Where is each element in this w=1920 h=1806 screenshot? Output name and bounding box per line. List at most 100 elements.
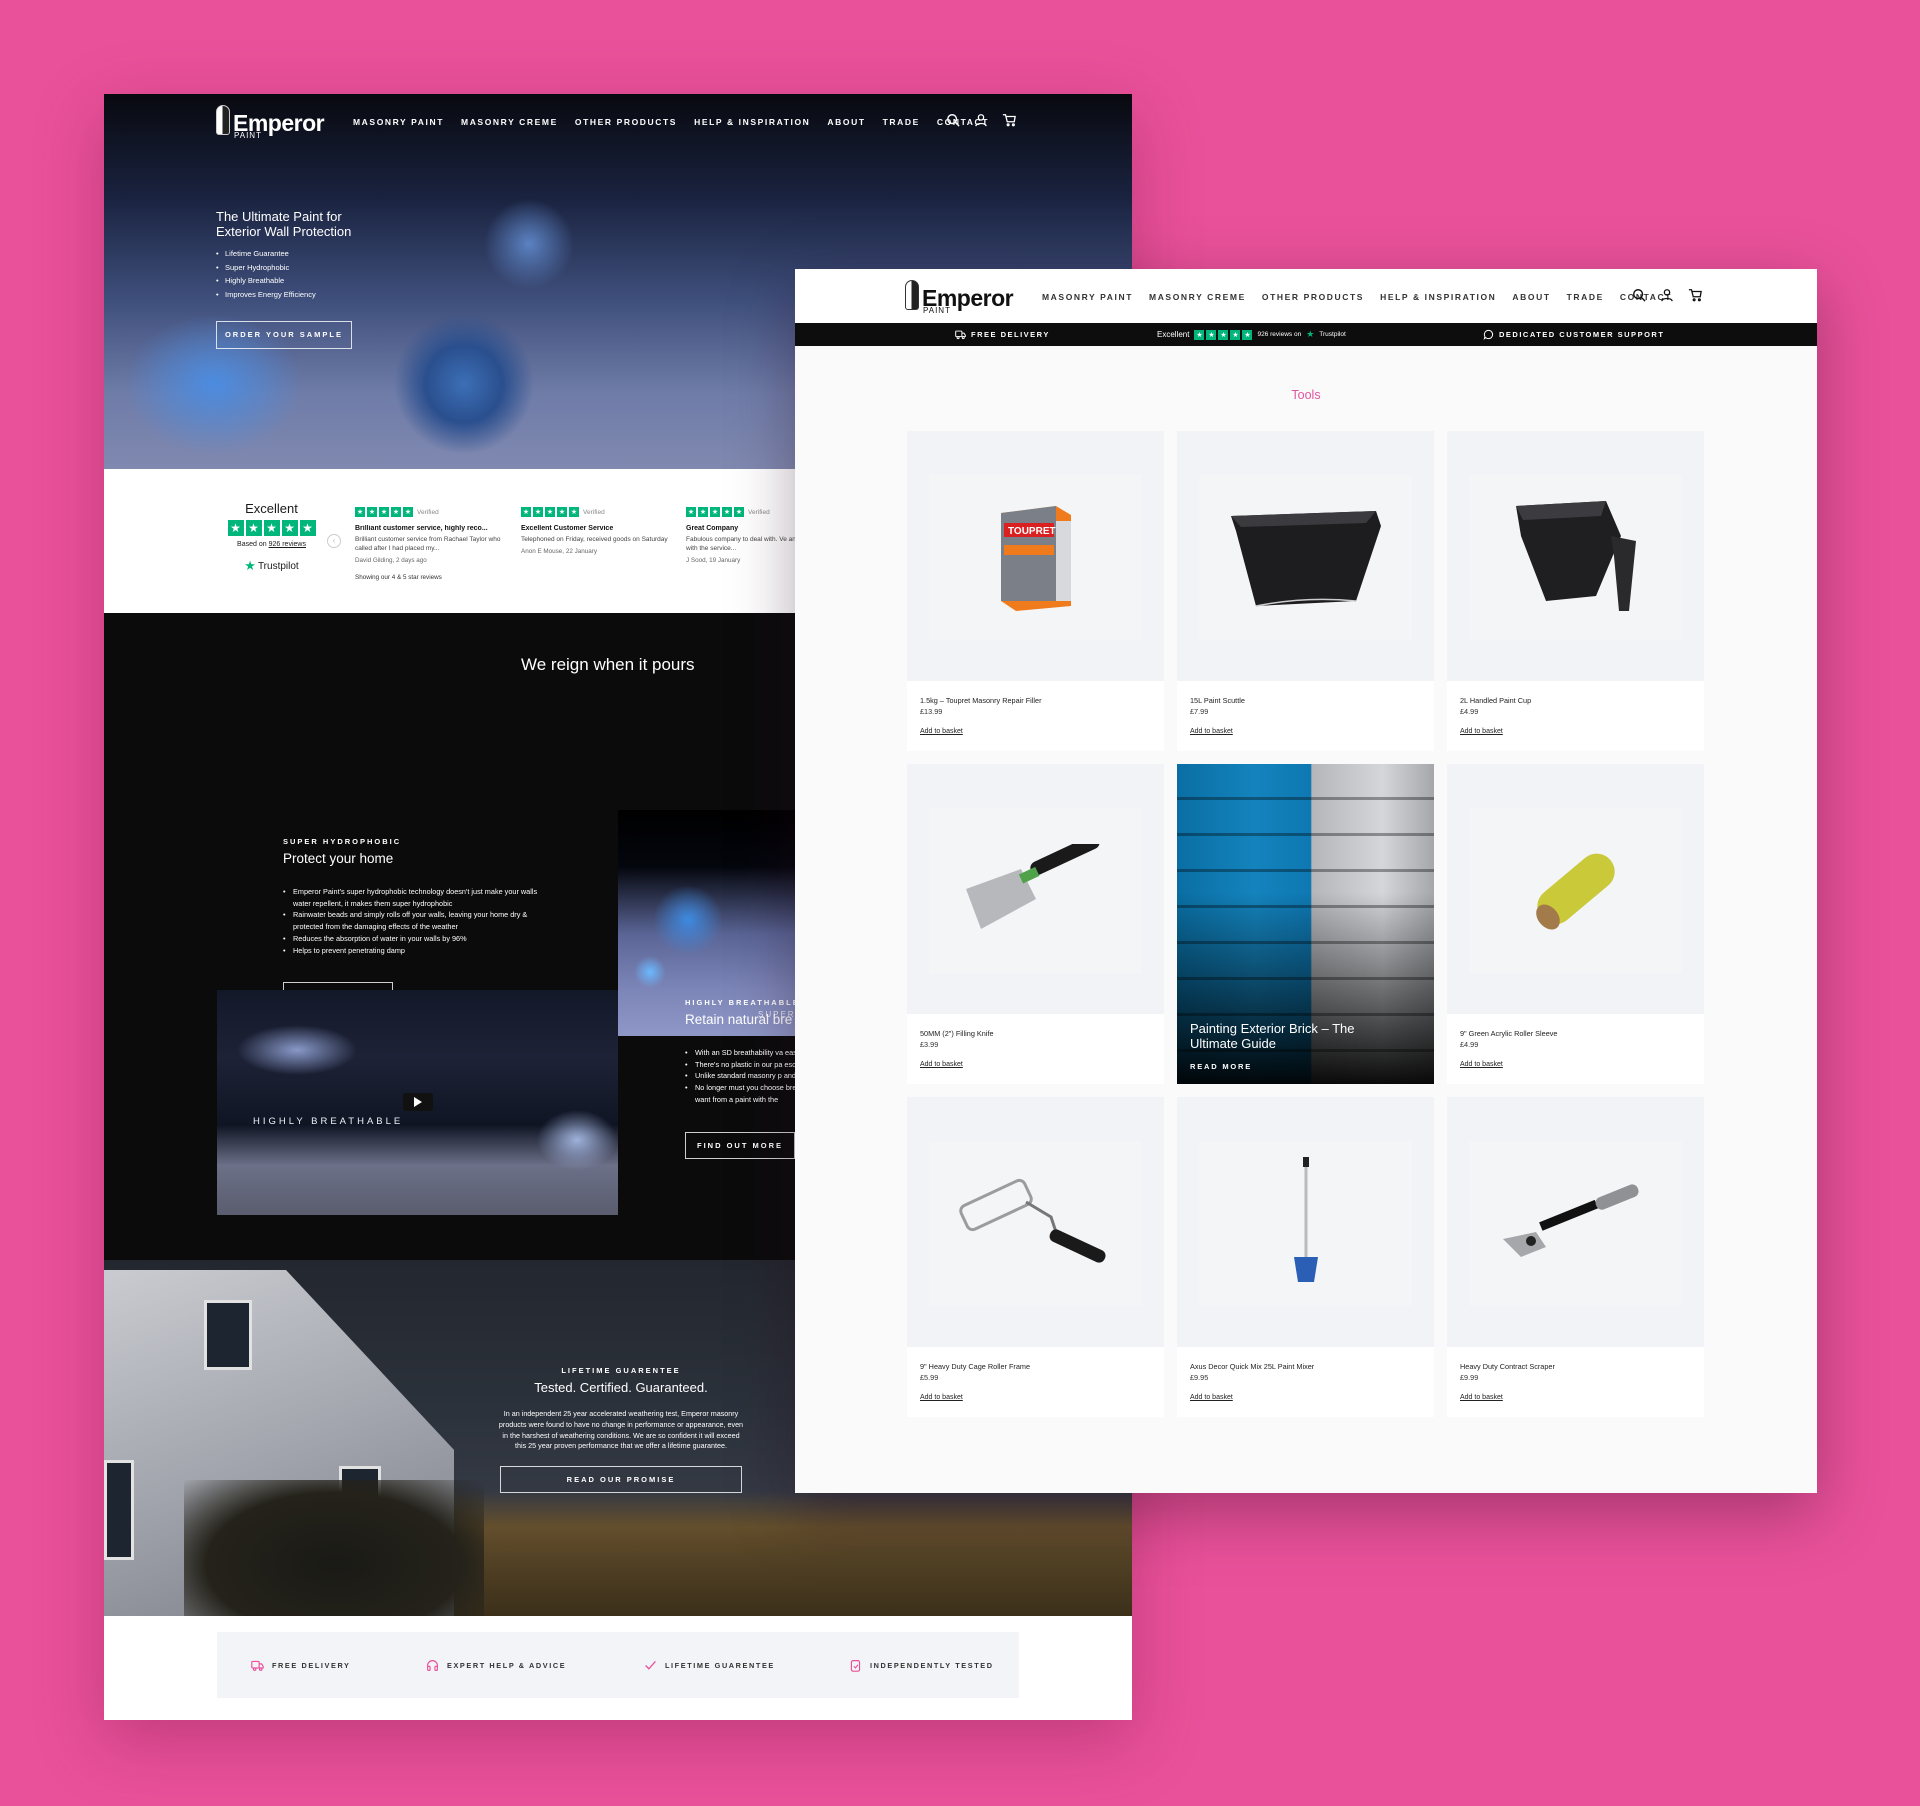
add-to-basket-link[interactable]: Add to basket bbox=[1190, 1394, 1233, 1401]
search-icon[interactable] bbox=[946, 113, 960, 127]
add-to-basket-link[interactable]: Add to basket bbox=[1460, 728, 1503, 735]
tp-rating-label: Excellent bbox=[1157, 330, 1190, 339]
paint-mixer-image bbox=[1293, 1157, 1318, 1282]
nav-help-inspiration[interactable]: HELP & INSPIRATION bbox=[1380, 292, 1496, 302]
brand-logo[interactable]: Emperor PAINT bbox=[905, 280, 1014, 315]
review-author: David Gilding, bbox=[355, 557, 395, 564]
product-name[interactable]: 50MM (2") Filling Knife bbox=[920, 1029, 994, 1038]
product-card[interactable]: 50MM (2") Filling Knife £3.99 Add to bas… bbox=[907, 764, 1164, 1084]
category-title: Tools bbox=[1291, 388, 1321, 402]
hero-bullet: Lifetime Guarantee bbox=[216, 247, 376, 261]
add-to-basket-link[interactable]: Add to basket bbox=[1460, 1061, 1503, 1068]
product-image bbox=[907, 1097, 1164, 1347]
video-caption: HIGHLY BREATHABLE bbox=[253, 1116, 404, 1127]
product-price: £9.95 bbox=[1190, 1373, 1209, 1382]
hero-bullet: Super Hydrophobic bbox=[216, 261, 376, 275]
product-name[interactable]: 2L Handled Paint Cup bbox=[1460, 696, 1531, 705]
tp-review-count: 926 reviews on bbox=[1257, 331, 1302, 338]
product-card[interactable]: TOUPRET 1.5kg – Toupret Masonry Repair F… bbox=[907, 431, 1164, 751]
home-nav: Emperor PAINT MASONRY PAINT MASONRY CREM… bbox=[104, 94, 1132, 148]
product-name[interactable]: 1.5kg – Toupret Masonry Repair Filler bbox=[920, 696, 1042, 705]
review-title: Excellent Customer Service bbox=[521, 525, 614, 532]
review-author: Anon E Mouse, bbox=[521, 548, 565, 555]
checkmark-icon bbox=[645, 1660, 656, 1670]
nav-about[interactable]: ABOUT bbox=[827, 117, 865, 127]
product-price: £13.99 bbox=[920, 707, 943, 716]
hero-copy: The Ultimate Paint for Exterior Wall Pro… bbox=[216, 209, 376, 349]
blog-guide-card[interactable]: Painting Exterior Brick – The Ultimate G… bbox=[1177, 764, 1434, 1084]
review-body: Brilliant customer service from Rachael … bbox=[355, 536, 501, 552]
nav-masonry-creme[interactable]: MASONRY CREME bbox=[1149, 292, 1246, 302]
scuttle-image bbox=[1230, 511, 1381, 607]
read-more-link[interactable]: READ MORE bbox=[1190, 1062, 1252, 1071]
add-to-basket-link[interactable]: Add to basket bbox=[1460, 1394, 1503, 1401]
trustpilot-logo[interactable]: ★ Trustpilot bbox=[224, 558, 319, 574]
usp-bar: FREE DELIVERY EXPERT HELP & ADVICE LIFET… bbox=[217, 1632, 1019, 1698]
nav-about[interactable]: ABOUT bbox=[1512, 292, 1550, 302]
verified-badge: Verified bbox=[748, 509, 770, 516]
product-price: £5.99 bbox=[920, 1373, 939, 1382]
product-card[interactable]: Heavy Duty Contract Scraper £9.99 Add to… bbox=[1447, 1097, 1704, 1417]
nav-trade[interactable]: TRADE bbox=[1567, 292, 1604, 302]
product-name[interactable]: 15L Paint Scuttle bbox=[1190, 696, 1245, 705]
nav-masonry-creme[interactable]: MASONRY CREME bbox=[461, 117, 558, 127]
product-card[interactable]: 9" Heavy Duty Cage Roller Frame £5.99 Ad… bbox=[907, 1097, 1164, 1417]
add-to-basket-link[interactable]: Add to basket bbox=[920, 728, 963, 735]
breathable-video[interactable]: HIGHLY BREATHABLE bbox=[217, 990, 618, 1215]
add-to-basket-link[interactable]: Add to basket bbox=[920, 1061, 963, 1068]
nav-other-products[interactable]: OTHER PRODUCTS bbox=[575, 117, 677, 127]
cart-icon[interactable] bbox=[1688, 288, 1702, 302]
filler-box-image: TOUPRET bbox=[1000, 506, 1071, 611]
feature-title: Protect your home bbox=[283, 851, 394, 866]
guide-title: Painting Exterior Brick – The Ultimate G… bbox=[1190, 1021, 1355, 1051]
product-card[interactable]: Axus Decor Quick Mix 25L Paint Mixer £9.… bbox=[1177, 1097, 1434, 1417]
usp-expert-help: EXPERT HELP & ADVICE bbox=[426, 1659, 566, 1672]
nav-help-inspiration[interactable]: HELP & INSPIRATION bbox=[694, 117, 810, 127]
reviews-link[interactable]: 926 reviews bbox=[269, 541, 306, 548]
star-icon: ★ bbox=[227, 520, 244, 536]
product-name[interactable]: Axus Decor Quick Mix 25L Paint Mixer bbox=[1190, 1362, 1314, 1371]
review-date: 22 January bbox=[565, 548, 597, 555]
usp-label: LIFETIME GUARENTEE bbox=[665, 1660, 775, 1670]
nav-masonry-paint[interactable]: MASONRY PAINT bbox=[353, 117, 444, 127]
product-price: £3.99 bbox=[920, 1040, 939, 1049]
product-card[interactable]: 9" Green Acrylic Roller Sleeve £4.99 Add… bbox=[1447, 764, 1704, 1084]
star-icon: ★ bbox=[281, 520, 298, 536]
usp-independently-tested: INDEPENDENTLY TESTED bbox=[849, 1659, 994, 1672]
strip-trustpilot[interactable]: Excellent ★ ★ ★ ★ ★ 926 reviews on ★ Trustpi… bbox=[1157, 323, 1346, 346]
product-name[interactable]: 9" Green Acrylic Roller Sleeve bbox=[1460, 1029, 1558, 1038]
trustpilot-wordmark: Trustpilot bbox=[1319, 331, 1346, 338]
nav-masonry-paint[interactable]: MASONRY PAINT bbox=[1042, 292, 1133, 302]
review-card[interactable]: ★ ★ ★ ★ ★ Verified Excellent Customer Service… bbox=[521, 501, 671, 555]
nav-trade[interactable]: TRADE bbox=[883, 117, 920, 127]
order-sample-button[interactable]: ORDER YOUR SAMPLE bbox=[216, 321, 352, 349]
carousel-prev-button[interactable]: ‹ bbox=[327, 534, 341, 548]
trustpilot-summary: Excellent ★ ★ ★ ★ ★ Based on 926 reviews ★ T… bbox=[224, 501, 319, 574]
verified-badge: Verified bbox=[583, 509, 605, 516]
account-icon[interactable] bbox=[1660, 288, 1674, 302]
add-to-basket-link[interactable]: Add to basket bbox=[1190, 728, 1233, 735]
product-image bbox=[1447, 431, 1704, 681]
review-card[interactable]: ★ ★ ★ ★ ★ Verified Brilliant customer service… bbox=[355, 501, 505, 581]
play-icon[interactable] bbox=[403, 1093, 433, 1111]
star-icon: ★ bbox=[245, 520, 262, 536]
cart-icon[interactable] bbox=[1002, 113, 1016, 127]
usp-section: FREE DELIVERY EXPERT HELP & ADVICE LIFET… bbox=[104, 1616, 1132, 1720]
find-out-more-button[interactable]: FIND OUT MORE bbox=[685, 1131, 795, 1159]
product-card[interactable]: 2L Handled Paint Cup £4.99 Add to basket bbox=[1447, 431, 1704, 751]
read-our-promise-button[interactable]: READ OUR PROMISE bbox=[500, 1466, 742, 1494]
search-icon[interactable] bbox=[1632, 288, 1646, 302]
product-name[interactable]: Heavy Duty Contract Scraper bbox=[1460, 1362, 1555, 1371]
trustpilot-star-icon: ★ bbox=[1306, 329, 1315, 339]
feature-hydrophobic: SUPER HYDROPHOBIC Protect your home Empe… bbox=[283, 837, 553, 1010]
hero-bullet: Highly Breathable bbox=[216, 274, 376, 288]
svg-text:TOUPRET: TOUPRET bbox=[1008, 526, 1056, 537]
add-to-basket-link[interactable]: Add to basket bbox=[920, 1394, 963, 1401]
product-name[interactable]: 9" Heavy Duty Cage Roller Frame bbox=[920, 1362, 1030, 1371]
hero-bullet: Improves Energy Efficiency bbox=[216, 288, 376, 302]
trustpilot-wordmark: Trustpilot bbox=[257, 560, 299, 572]
product-card[interactable]: 15L Paint Scuttle £7.99 Add to basket bbox=[1177, 431, 1434, 751]
account-icon[interactable] bbox=[974, 113, 988, 127]
brand-logo[interactable]: Emperor PAINT bbox=[216, 105, 325, 140]
nav-other-products[interactable]: OTHER PRODUCTS bbox=[1262, 292, 1364, 302]
